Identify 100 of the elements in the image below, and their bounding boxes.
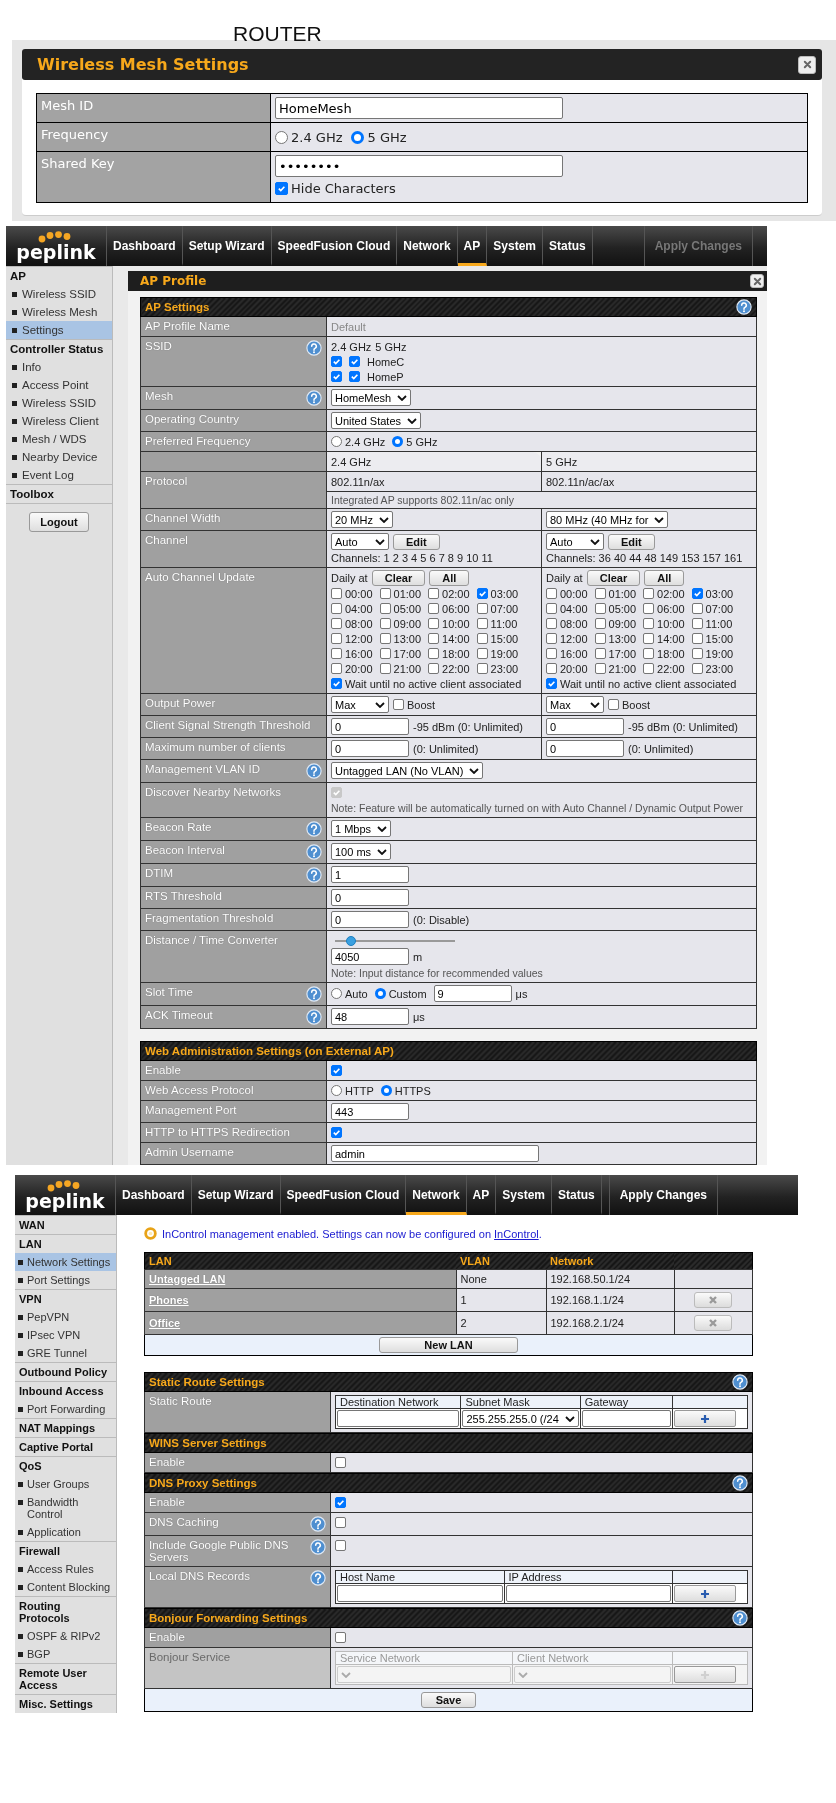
push-button[interactable]: Edit <box>393 533 440 550</box>
checkbox[interactable] <box>546 678 557 689</box>
sidebar-heading[interactable]: Captive Portal <box>15 1437 116 1456</box>
push-button[interactable]: Edit <box>608 533 655 550</box>
checkbox[interactable] <box>331 648 342 659</box>
sidebar-item[interactable]: Wireless SSID <box>6 285 112 303</box>
checkbox[interactable] <box>546 588 557 599</box>
radio-button[interactable] <box>351 130 365 144</box>
checkbox[interactable] <box>331 603 342 614</box>
checkbox[interactable] <box>335 1540 346 1551</box>
dropdown[interactable]: 255.255.255.0 (/24 <box>462 1410 579 1427</box>
checkbox[interactable] <box>594 618 606 629</box>
sidebar-item[interactable]: Access Rules <box>15 1560 116 1578</box>
sidebar-heading[interactable]: QoS <box>15 1456 116 1475</box>
save-button[interactable]: Save <box>420 1692 477 1708</box>
checkbox[interactable] <box>349 371 360 382</box>
incontrol-link[interactable]: InControl <box>494 1227 539 1240</box>
close-button[interactable] <box>798 55 816 74</box>
nav-tab[interactable]: Dashboard <box>116 1175 192 1215</box>
dropdown[interactable]: Auto <box>546 533 604 550</box>
text-field[interactable] <box>337 1585 503 1602</box>
sidebar-item[interactable]: Info <box>6 358 112 376</box>
help-icon[interactable] <box>736 299 752 315</box>
text-field[interactable]: 1 <box>331 866 409 883</box>
checkbox[interactable] <box>335 1517 346 1528</box>
delete-button[interactable] <box>694 1292 733 1308</box>
checkbox[interactable] <box>335 1457 346 1468</box>
text-field[interactable]: 48 <box>331 1008 409 1025</box>
checkbox[interactable] <box>379 618 391 629</box>
radio-button[interactable] <box>331 436 342 447</box>
text-field[interactable]: 0 <box>331 718 409 735</box>
sidebar-item[interactable]: Port Settings <box>15 1271 116 1289</box>
help-icon[interactable] <box>732 1610 748 1626</box>
checkbox[interactable] <box>594 663 606 674</box>
sidebar-heading[interactable]: Controller Status <box>6 339 112 358</box>
radio-button[interactable] <box>380 1085 392 1096</box>
sidebar-item[interactable]: Bandwidth Control <box>15 1493 116 1523</box>
sidebar-item[interactable]: Nearby Device <box>6 448 112 466</box>
sidebar-item[interactable]: Wireless Client <box>6 412 112 430</box>
text-field[interactable] <box>337 1410 460 1427</box>
checkbox[interactable] <box>428 603 440 614</box>
checkbox[interactable] <box>476 603 488 614</box>
radio-button[interactable] <box>331 988 342 999</box>
checkbox[interactable] <box>691 588 703 599</box>
checkbox[interactable] <box>691 603 703 614</box>
checkbox[interactable] <box>643 603 655 614</box>
nav-tab[interactable]: Network <box>406 1175 467 1215</box>
text-field[interactable] <box>505 1585 671 1602</box>
checkbox[interactable] <box>331 633 342 644</box>
radio-button[interactable] <box>374 988 386 999</box>
push-button[interactable]: All <box>644 570 685 586</box>
slider-thumb[interactable] <box>345 935 356 946</box>
sidebar-heading[interactable]: Inbound Access <box>15 1381 116 1400</box>
sidebar-heading[interactable]: Remote User Access <box>15 1663 116 1694</box>
sidebar-item[interactable]: Port Forwarding <box>15 1400 116 1418</box>
text-field[interactable]: •••••••• <box>275 155 563 177</box>
dropdown[interactable]: 100 ms <box>331 843 392 860</box>
checkbox[interactable] <box>331 1127 342 1138</box>
sidebar-item[interactable]: Content Blocking <box>15 1578 116 1596</box>
dropdown[interactable]: Untagged LAN (No VLAN) <box>331 762 484 779</box>
checkbox[interactable] <box>476 618 488 629</box>
checkbox[interactable] <box>331 663 342 674</box>
sidebar-heading[interactable]: Toolbox <box>6 484 112 503</box>
logo[interactable]: peplink <box>15 1175 116 1215</box>
checkbox[interactable] <box>331 618 342 629</box>
checkbox[interactable] <box>331 371 342 382</box>
logo[interactable]: peplink <box>6 226 107 266</box>
checkbox[interactable] <box>428 588 440 599</box>
sidebar-item[interactable]: Event Log <box>6 466 112 484</box>
dropdown[interactable]: Max <box>546 696 604 713</box>
checkbox[interactable] <box>476 633 488 644</box>
checkbox[interactable] <box>275 181 288 195</box>
dropdown[interactable]: United States <box>331 412 422 429</box>
sidebar-item[interactable]: Application <box>15 1523 116 1541</box>
checkbox[interactable] <box>379 588 391 599</box>
checkbox[interactable] <box>335 1497 346 1508</box>
checkbox[interactable] <box>428 633 440 644</box>
sidebar-item[interactable]: PepVPN <box>15 1308 116 1326</box>
checkbox[interactable] <box>428 618 440 629</box>
checkbox[interactable] <box>594 648 606 659</box>
radio-button[interactable] <box>392 436 404 447</box>
checkbox[interactable] <box>608 699 619 710</box>
checkbox[interactable] <box>594 603 606 614</box>
text-field[interactable]: HomeMesh <box>275 97 563 119</box>
checkbox[interactable] <box>546 663 557 674</box>
checkbox[interactable] <box>379 648 391 659</box>
sidebar-heading[interactable]: AP <box>6 266 112 285</box>
sidebar-item[interactable]: Wireless SSID <box>6 394 112 412</box>
dropdown[interactable]: 80 MHz (40 MHz for <box>546 511 669 528</box>
text-field[interactable]: 0 <box>546 718 624 735</box>
checkbox[interactable] <box>379 633 391 644</box>
sidebar-item[interactable]: Settings <box>6 321 112 339</box>
sidebar-item[interactable]: GRE Tunnel <box>15 1344 116 1362</box>
sidebar-heading[interactable]: Firewall <box>15 1541 116 1560</box>
checkbox[interactable] <box>643 633 655 644</box>
dropdown[interactable]: Max <box>331 696 389 713</box>
checkbox[interactable] <box>428 648 440 659</box>
sidebar-heading[interactable]: WAN <box>15 1215 116 1234</box>
sidebar-item[interactable]: BGP <box>15 1645 116 1663</box>
checkbox[interactable] <box>393 699 404 710</box>
